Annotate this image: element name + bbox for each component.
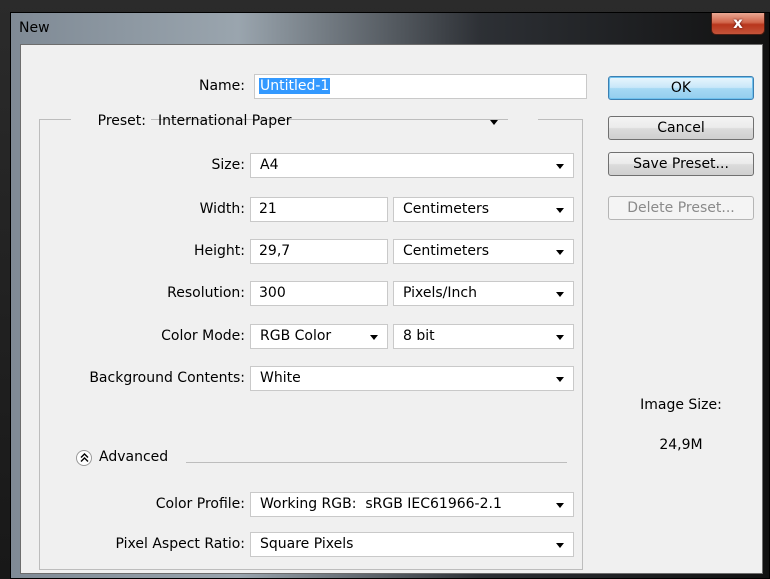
- chevron-down-icon: [490, 120, 498, 125]
- chevron-down-icon: [556, 164, 564, 169]
- width-unit-value: Centimeters: [403, 201, 490, 217]
- color-mode-select[interactable]: RGB Color: [250, 324, 388, 349]
- image-size-value: 24,9M: [659, 437, 703, 453]
- color-profile-value: Working RGB: sRGB IEC61966-2.1: [260, 496, 502, 512]
- chevron-down-icon: [556, 543, 564, 548]
- pixel-aspect-ratio-select[interactable]: Square Pixels: [250, 532, 574, 557]
- ok-button[interactable]: OK: [608, 76, 754, 100]
- dialog-content: Name: Untitled-1 Preset: International P…: [20, 44, 763, 574]
- chevron-down-icon: [370, 335, 378, 340]
- name-label: Name:: [198, 78, 245, 94]
- color-mode-label: Color Mode:: [161, 328, 245, 344]
- background-contents-select[interactable]: White: [250, 366, 574, 391]
- width-label: Width:: [199, 201, 245, 217]
- delete-preset-button: Delete Preset...: [608, 196, 754, 220]
- color-profile-label: Color Profile:: [155, 496, 245, 512]
- image-size-label: Image Size:: [640, 397, 722, 413]
- width-input[interactable]: 21: [250, 197, 388, 222]
- pixel-aspect-ratio-label: Pixel Aspect Ratio:: [115, 536, 246, 552]
- height-label: Height:: [194, 243, 245, 259]
- preset-combo-backing: [508, 109, 538, 131]
- size-label: Size:: [211, 157, 245, 173]
- height-unit-select[interactable]: Centimeters: [393, 239, 574, 264]
- resolution-unit-value: Pixels/Inch: [403, 285, 477, 301]
- window-title: New: [19, 20, 50, 36]
- chevron-down-icon: [556, 208, 564, 213]
- preset-label: Preset:: [97, 113, 146, 129]
- close-icon: x: [733, 14, 743, 32]
- height-input[interactable]: 29,7: [250, 239, 388, 264]
- chevron-down-icon: [556, 335, 564, 340]
- color-profile-select[interactable]: Working RGB: sRGB IEC61966-2.1: [250, 492, 574, 517]
- width-unit-select[interactable]: Centimeters: [393, 197, 574, 222]
- width-value: 21: [259, 201, 277, 217]
- color-mode-value: RGB Color: [260, 328, 332, 344]
- name-input[interactable]: Untitled-1: [254, 74, 587, 99]
- preset-select[interactable]: International Paper: [148, 109, 508, 134]
- resolution-label: Resolution:: [167, 285, 245, 301]
- chevron-down-icon: [556, 250, 564, 255]
- size-value: A4: [260, 157, 279, 173]
- chevron-down-icon: [556, 292, 564, 297]
- chevron-down-icon: [556, 377, 564, 382]
- name-value: Untitled-1: [259, 78, 331, 94]
- background-contents-label: Background Contents:: [89, 370, 245, 386]
- bit-depth-select[interactable]: 8 bit: [393, 324, 574, 349]
- advanced-toggle-label[interactable]: Advanced: [99, 449, 168, 465]
- chevron-down-icon: [556, 503, 564, 508]
- resolution-unit-select[interactable]: Pixels/Inch: [393, 281, 574, 306]
- bit-depth-value: 8 bit: [403, 328, 435, 344]
- pixel-aspect-ratio-value: Square Pixels: [260, 536, 354, 552]
- size-select[interactable]: A4: [250, 153, 574, 178]
- cancel-button[interactable]: Cancel: [608, 116, 754, 140]
- save-preset-button[interactable]: Save Preset...: [608, 152, 754, 176]
- close-button[interactable]: x: [711, 13, 765, 35]
- resolution-input[interactable]: 300: [250, 281, 388, 306]
- background-contents-value: White: [260, 370, 301, 386]
- chevron-up-double-icon[interactable]: [76, 450, 92, 466]
- height-value: 29,7: [259, 243, 291, 259]
- new-document-dialog: New x Name: Untitled-1 Preset: Internati…: [10, 12, 770, 579]
- resolution-value: 300: [259, 285, 286, 301]
- preset-value: International Paper: [158, 113, 292, 129]
- height-unit-value: Centimeters: [403, 243, 490, 259]
- advanced-divider: [186, 462, 567, 463]
- title-bar[interactable]: New x: [11, 13, 769, 43]
